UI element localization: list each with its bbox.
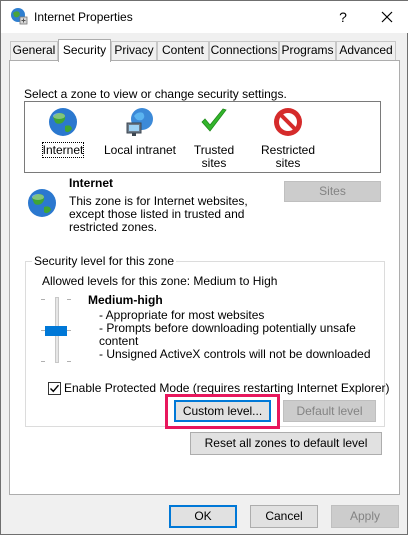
default-level-button[interactable]: Default level bbox=[283, 400, 376, 422]
globe-icon bbox=[28, 189, 56, 217]
zone-trusted-sites[interactable]: Trusted sites bbox=[181, 106, 247, 170]
reset-all-zones-button[interactable]: Reset all zones to default level bbox=[190, 432, 382, 455]
zone-description-line3: restricted zones. bbox=[69, 220, 158, 234]
zone-internet[interactable]: Internet bbox=[37, 106, 89, 158]
close-icon[interactable] bbox=[373, 5, 401, 29]
tab-advanced[interactable]: Advanced bbox=[336, 41, 396, 60]
green-checkmark-icon bbox=[201, 108, 227, 132]
zone-label: Local intranet bbox=[103, 143, 177, 157]
tab-label: Programs bbox=[281, 43, 334, 57]
globe-icon bbox=[49, 108, 77, 136]
slider-thumb[interactable] bbox=[45, 326, 67, 336]
tab-label: Content bbox=[161, 43, 205, 57]
zone-instruction: Select a zone to view or change security… bbox=[24, 87, 287, 101]
zone-description-line2: except those listed in trusted and bbox=[69, 207, 245, 221]
window-title: Internet Properties bbox=[34, 10, 133, 24]
zone-label-line2: sites bbox=[275, 156, 301, 170]
tab-programs[interactable]: Programs bbox=[279, 41, 336, 60]
security-level-title: Security level for this zone bbox=[32, 254, 177, 268]
tab-connections[interactable]: Connections bbox=[209, 41, 279, 60]
sites-button[interactable]: Sites bbox=[284, 181, 381, 202]
level-bullet-3: - Unsigned ActiveX controls will not be … bbox=[99, 347, 371, 361]
zone-label: Trusted sites bbox=[193, 143, 235, 170]
zone-restricted-sites[interactable]: Restricted sites bbox=[255, 106, 321, 170]
zone-label: Internet bbox=[41, 142, 85, 158]
cancel-button[interactable]: Cancel bbox=[250, 505, 318, 528]
network-globe-icon bbox=[126, 108, 153, 136]
allowed-levels-text: Allowed levels for this zone: Medium to … bbox=[42, 274, 278, 288]
tab-label: Advanced bbox=[339, 43, 393, 57]
tab-security[interactable]: Security bbox=[58, 39, 111, 62]
checkmark-icon bbox=[50, 384, 60, 393]
apply-button[interactable]: Apply bbox=[331, 505, 399, 528]
tab-label: Privacy bbox=[114, 43, 154, 57]
selected-zone-name: Internet bbox=[69, 176, 114, 190]
internet-properties-window: Internet Properties ? General Security P… bbox=[0, 0, 409, 535]
zone-list: Internet Local intranet Trusted sites Re… bbox=[24, 101, 381, 173]
tab-general[interactable]: General bbox=[10, 41, 58, 60]
protected-mode-checkbox[interactable] bbox=[48, 382, 61, 395]
security-level-name: Medium-high bbox=[88, 293, 163, 307]
ok-button[interactable]: OK bbox=[169, 505, 237, 528]
tab-label: Connections bbox=[210, 43, 278, 57]
zone-description-line1: This zone is for Internet websites, bbox=[69, 194, 248, 208]
zone-local-intranet[interactable]: Local intranet bbox=[103, 106, 177, 157]
protected-mode-label[interactable]: Enable Protected Mode (requires restarti… bbox=[64, 381, 390, 395]
tab-label: Security bbox=[62, 43, 107, 57]
tab-privacy[interactable]: Privacy bbox=[111, 41, 157, 60]
custom-level-button[interactable]: Custom level... bbox=[174, 400, 271, 422]
help-button[interactable]: ? bbox=[329, 3, 357, 31]
tab-content[interactable]: Content bbox=[157, 41, 209, 60]
no-entry-icon bbox=[274, 108, 302, 136]
tab-label: General bbox=[12, 43, 56, 57]
title-bar: Internet Properties ? bbox=[1, 1, 409, 33]
internet-options-icon bbox=[11, 8, 28, 25]
